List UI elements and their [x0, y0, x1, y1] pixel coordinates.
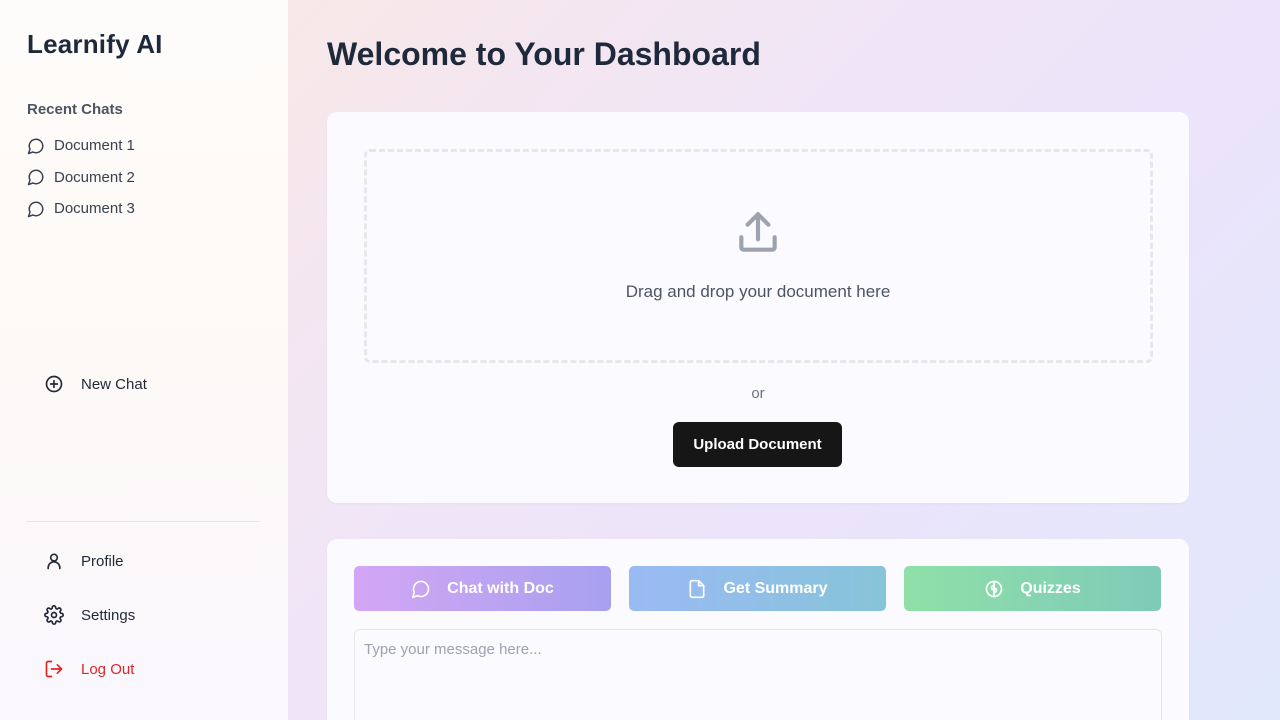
upload-document-button[interactable]: Upload Document	[673, 422, 842, 467]
chat-bubble-icon	[27, 168, 45, 186]
chat-bubble-icon	[27, 137, 45, 155]
recent-chats-heading: Recent Chats	[27, 101, 123, 118]
settings-button[interactable]: Settings	[44, 605, 135, 625]
upload-icon	[733, 208, 783, 258]
recent-chats-list: Document 1 Document 2 Document 3	[27, 130, 135, 225]
document-icon	[687, 579, 707, 599]
get-summary-label: Get Summary	[723, 579, 828, 597]
chat-bubble-icon	[27, 200, 45, 218]
recent-chat-document-1[interactable]: Document 1	[27, 130, 135, 162]
get-summary-button[interactable]: Get Summary	[629, 566, 886, 611]
new-chat-button[interactable]: New Chat	[44, 374, 147, 394]
message-input[interactable]	[354, 629, 1162, 720]
gear-icon	[44, 605, 64, 625]
sidebar: Learnify AI Recent Chats Document 1 Docu…	[0, 0, 288, 720]
page-title: Welcome to Your Dashboard	[327, 36, 761, 72]
recent-chat-document-3[interactable]: Document 3	[27, 193, 135, 225]
logout-label: Log Out	[81, 660, 135, 678]
profile-button[interactable]: Profile	[44, 551, 124, 571]
user-icon	[44, 551, 64, 571]
logout-icon	[44, 659, 64, 679]
profile-label: Profile	[81, 552, 124, 570]
quizzes-button[interactable]: Quizzes	[904, 566, 1161, 611]
recent-chat-label: Document 2	[54, 168, 135, 186]
chat-bubble-icon	[411, 579, 431, 599]
chat-card: Chat with Doc Get Summary Quizzes	[327, 539, 1189, 720]
chat-with-doc-button[interactable]: Chat with Doc	[354, 566, 611, 611]
new-chat-label: New Chat	[81, 375, 147, 393]
plus-circle-icon	[44, 374, 64, 394]
recent-chat-label: Document 3	[54, 200, 135, 218]
chat-with-doc-label: Chat with Doc	[447, 579, 554, 597]
settings-label: Settings	[81, 606, 136, 624]
or-separator: or	[751, 385, 765, 402]
logout-button[interactable]: Log Out	[44, 659, 134, 679]
drop-instructions: Drag and drop your document here	[625, 282, 891, 301]
recent-chat-label: Document 1	[54, 137, 135, 155]
brand-logo: Learnify AI	[27, 29, 163, 59]
brain-icon	[984, 579, 1004, 599]
sidebar-divider	[27, 521, 260, 522]
recent-chat-document-2[interactable]: Document 2	[27, 162, 135, 194]
quizzes-label: Quizzes	[1020, 579, 1081, 597]
upload-card: Drag and drop your document here or Uplo…	[327, 112, 1189, 503]
